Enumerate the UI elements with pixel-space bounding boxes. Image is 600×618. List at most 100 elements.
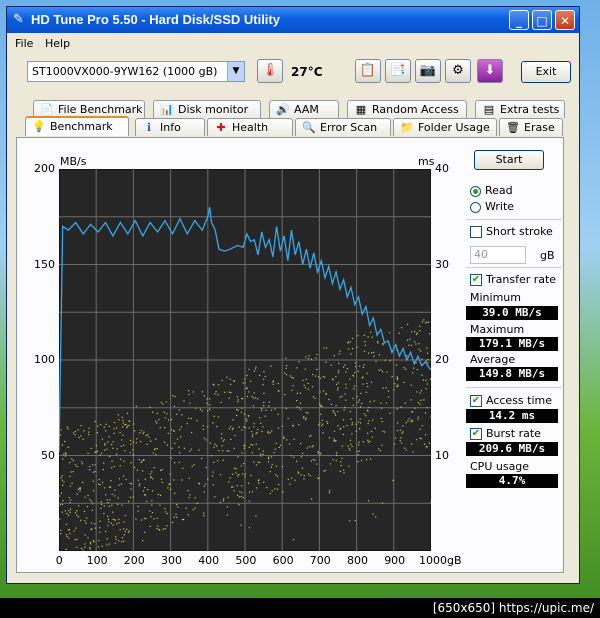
write-radio[interactable] [470, 202, 481, 213]
tab-info[interactable]: ℹ Info [135, 118, 205, 136]
access-time-point [246, 374, 248, 377]
burst-rate-checkbox[interactable]: ✔ [470, 428, 482, 440]
access-time-point [417, 416, 419, 418]
tab-folder-usage[interactable]: 📁 Folder Usage [393, 118, 497, 136]
options-icon[interactable]: ⚙ [445, 59, 471, 83]
tab-disk-monitor[interactable]: 📊 Disk monitor [153, 100, 261, 118]
access-time-point [212, 422, 214, 424]
access-time-point [262, 450, 264, 452]
access-time-point [188, 477, 190, 479]
access-time-point [92, 471, 94, 473]
access-time-point [140, 461, 142, 464]
access-time-point [244, 426, 246, 429]
copy-text-icon[interactable]: 📋 [355, 59, 381, 83]
access-time-point [373, 351, 375, 353]
close-button[interactable]: ✕ [555, 10, 575, 30]
access-time-point [167, 432, 169, 435]
y-left-tick-label: 200 [34, 162, 55, 175]
access-time-point [240, 465, 242, 467]
access-time-point [176, 503, 178, 506]
access-time-point [206, 402, 208, 404]
access-time-point [314, 375, 317, 377]
access-time-point [128, 424, 130, 426]
access-time-point [223, 439, 225, 441]
access-time-point [400, 406, 402, 408]
access-time-point [214, 443, 216, 445]
tab-health[interactable]: ✚ Health [207, 118, 293, 136]
access-time-point [118, 522, 120, 524]
access-time-point [103, 462, 105, 464]
tab-random-access[interactable]: ▦ Random Access [347, 100, 467, 118]
y-right-tick-label: 30 [435, 257, 449, 271]
exit-button[interactable]: Exit [521, 61, 571, 83]
access-time-point [151, 512, 154, 514]
chevron-down-icon[interactable]: ▼ [227, 62, 244, 81]
access-time-point [92, 464, 94, 466]
save-icon[interactable]: ⬇ [477, 59, 503, 83]
access-time-point [356, 395, 358, 398]
access-time-point [103, 449, 106, 451]
start-button[interactable]: Start [474, 150, 544, 170]
access-time-point [349, 439, 352, 441]
access-time-point [351, 433, 353, 435]
access-time-point [222, 459, 224, 461]
tab-benchmark[interactable]: 💡 Benchmark [25, 116, 129, 136]
access-time-point [64, 510, 66, 512]
screenshot-icon[interactable]: 📷 [415, 59, 441, 83]
thermometer-icon[interactable]: 🌡 [257, 59, 283, 83]
access-time-point [176, 438, 179, 440]
access-time-point [339, 428, 341, 430]
access-time-point [343, 469, 345, 471]
access-time-point [260, 455, 262, 457]
copy-info-icon[interactable]: 📑 [385, 59, 411, 83]
access-time-point [116, 427, 118, 429]
access-time-point [179, 429, 181, 431]
access-time-point [339, 396, 341, 398]
access-time-point [362, 383, 364, 385]
access-time-point [367, 439, 369, 441]
access-time-point [137, 510, 139, 512]
minimize-button[interactable]: _ [509, 10, 529, 30]
access-time-point [73, 530, 75, 532]
access-time-point [412, 372, 414, 374]
tab-aam[interactable]: 🔊 AAM [269, 100, 339, 118]
menu-file[interactable]: File [15, 37, 33, 50]
short-stroke-checkbox[interactable] [470, 226, 482, 238]
divider [466, 267, 562, 268]
tab-error-scan[interactable]: 🔍 Error Scan [295, 118, 391, 136]
access-time-point [66, 535, 68, 538]
access-time-point [245, 418, 247, 420]
access-time-point [337, 387, 339, 389]
tab-erase[interactable]: 🗑 Erase [499, 118, 563, 136]
access-time-point [302, 379, 304, 382]
access-time-point [140, 429, 142, 432]
access-time-point [124, 530, 126, 533]
access-time-point [291, 377, 293, 379]
access-time-point [221, 445, 223, 447]
access-time-point [284, 372, 286, 374]
maximize-button[interactable]: □ [532, 10, 552, 30]
title-bar[interactable]: ✎ HD Tune Pro 5.50 - Hard Disk/SSD Utili… [7, 7, 579, 33]
access-time-point [364, 341, 366, 343]
access-time-point [101, 452, 103, 454]
access-time-point [368, 420, 370, 422]
access-time-point [61, 479, 63, 481]
access-time-point [337, 425, 339, 427]
access-time-checkbox[interactable]: ✔ [470, 395, 482, 407]
drive-select[interactable]: ST1000VX000-9YW162 (1000 gB) ▼ [27, 61, 245, 82]
access-time-point [419, 392, 421, 394]
transfer-rate-checkbox[interactable]: ✔ [470, 274, 482, 286]
read-radio[interactable] [470, 186, 481, 197]
access-time-point [244, 378, 246, 380]
access-time-point [429, 378, 431, 380]
access-time-point [60, 492, 62, 494]
access-time-point [330, 364, 332, 366]
access-time-point [90, 447, 92, 449]
tab-extra-tests[interactable]: ▤ Extra tests [475, 100, 565, 118]
menu-help[interactable]: Help [45, 37, 70, 50]
access-time-point [256, 431, 258, 434]
access-time-point [283, 437, 285, 439]
short-stroke-stepper[interactable]: 40 [470, 246, 526, 264]
access-time-point [156, 422, 158, 424]
access-time-point [173, 492, 176, 494]
